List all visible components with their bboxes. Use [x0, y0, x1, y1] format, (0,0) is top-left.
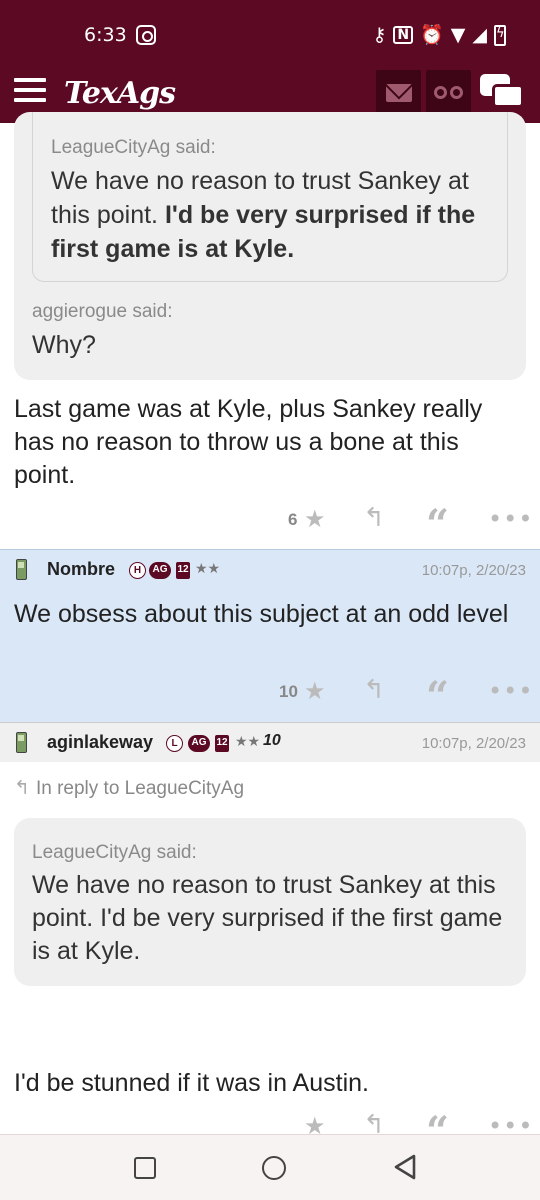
more-icon[interactable]: ••• [488, 1112, 533, 1134]
wifi-icon: ▼ [450, 23, 466, 46]
in-reply-label: In reply to LeagueCityAg [35, 778, 245, 799]
binoculars-button[interactable] [426, 70, 471, 115]
reply-icon: ↰ [14, 777, 36, 799]
timestamp: 10:07p, 2/20/23 [421, 735, 526, 752]
post-body: Last game was at Kyle, plus Sankey reall… [14, 395, 483, 489]
reply-icon[interactable]: ↰ [363, 503, 385, 533]
like-count: 6 [288, 510, 298, 529]
reply-icon[interactable]: ↰ [363, 1112, 385, 1134]
status-icons: ⚷ N ⏰ ▼ ◢ [372, 20, 506, 50]
in-reply-link[interactable]: ↰ In reply to LeagueCityAg [14, 777, 244, 800]
nested-quote-author: LeagueCityAg said: [51, 137, 216, 158]
quote-text: We have no reason to trust Sankey at thi… [32, 871, 503, 965]
timestamp: 10:07p, 2/20/23 [421, 562, 526, 579]
post-body: I'd be stunned if it was in Austin. [14, 1069, 369, 1097]
quote-icon[interactable]: “ [426, 505, 449, 545]
back-button[interactable] [392, 1153, 418, 1181]
menu-icon[interactable] [14, 78, 46, 104]
signal-icon: ◢ [472, 23, 487, 46]
badge-l: L [166, 735, 183, 752]
reply-icon[interactable]: ↰ [363, 675, 385, 705]
username[interactable]: aginlakeway [47, 732, 153, 753]
status-time: 6:33 [84, 24, 127, 46]
nested-quote-text: We have no reason to trust Sankey at thi… [51, 167, 476, 263]
quote-text: Why? [32, 331, 96, 359]
quote-icon[interactable]: “ [426, 1112, 449, 1134]
phone-icon [16, 732, 27, 753]
star-icon[interactable]: ★ [304, 505, 326, 533]
like-count: 10 [279, 682, 298, 701]
badge-ag: AG [188, 735, 210, 752]
nfc-icon: N [393, 26, 414, 44]
star-icon[interactable]: ★ [304, 677, 326, 705]
binoculars-icon [434, 86, 464, 100]
record-icon [136, 25, 156, 45]
home-button[interactable] [262, 1156, 286, 1180]
rank-stars: ★★ [235, 733, 261, 749]
quote-author: aggierogue said: [32, 301, 173, 322]
mail-icon [386, 84, 412, 102]
post-actions: 6 ★ ↰ “ ••• [0, 503, 540, 545]
post-header: aginlakeway L AG 12 ★★ 10 10:07p, 2/20/2… [0, 722, 540, 762]
post-actions: 10 ★ ↰ “ ••• [0, 675, 540, 717]
status-bar: 6:33 ⚷ N ⏰ ▼ ◢ [0, 0, 540, 68]
chat-icon[interactable] [480, 74, 524, 108]
tenure-badge: 10 [263, 732, 281, 749]
mail-button[interactable] [376, 70, 421, 115]
more-icon[interactable]: ••• [488, 505, 533, 533]
more-icon[interactable]: ••• [488, 677, 533, 705]
alarm-icon: ⏰ [420, 23, 444, 46]
system-nav-bar [0, 1134, 540, 1200]
star-icon[interactable]: ★ [304, 1112, 326, 1134]
texags-logo[interactable]: TexAgs [64, 76, 176, 111]
username[interactable]: Nombre [47, 559, 115, 580]
key-icon: ⚷ [372, 23, 387, 46]
badge-h: H [129, 562, 146, 579]
post-body: We obsess about this subject at an odd l… [14, 600, 509, 628]
quote-author: LeagueCityAg said: [32, 842, 197, 863]
badge-ag: AG [149, 562, 171, 579]
phone-icon [16, 559, 27, 580]
rank-stars: ★★ [195, 560, 221, 576]
recents-button[interactable] [134, 1157, 156, 1179]
badge-12: 12 [215, 735, 229, 752]
post-header: Nombre H AG 12 ★★ 10:07p, 2/20/23 [0, 549, 540, 589]
badge-12: 12 [176, 562, 190, 579]
quote-icon[interactable]: “ [426, 677, 449, 717]
battery-icon [494, 24, 506, 46]
post-actions: ★ ↰ “ ••• [0, 1112, 540, 1134]
